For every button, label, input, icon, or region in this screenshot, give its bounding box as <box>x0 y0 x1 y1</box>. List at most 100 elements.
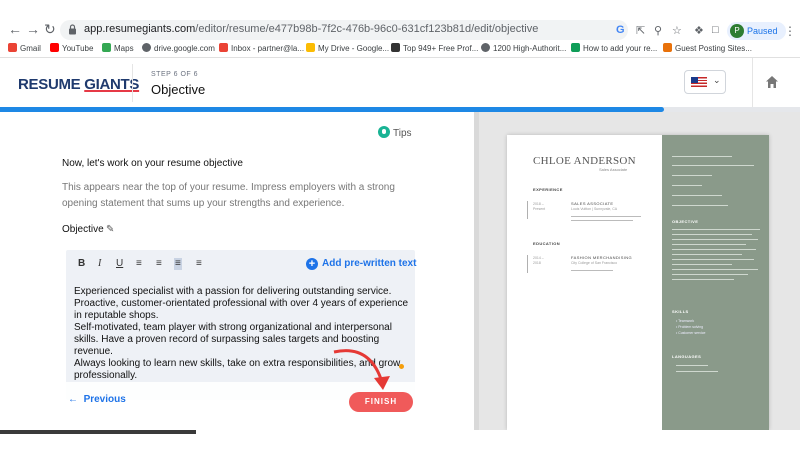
us-flag-icon <box>691 77 707 87</box>
numbered-list-button[interactable]: ≡ <box>156 259 162 269</box>
resume-text-line <box>672 244 746 245</box>
maps-icon <box>102 43 111 52</box>
taskbar-fragment <box>0 430 196 434</box>
gmail-icon <box>8 43 17 52</box>
chevron-icon <box>663 43 672 52</box>
resume-text-line <box>672 239 758 240</box>
page-title: Objective <box>151 82 206 97</box>
objective-label: Objective <box>62 224 104 235</box>
bookmark-item[interactable]: Inbox - partner@la... <box>219 43 304 53</box>
resume-text-line <box>672 234 752 235</box>
bookmark-item[interactable]: drive.google.com <box>142 43 215 53</box>
bullet-list-button[interactable]: ≡ <box>136 259 142 269</box>
bold-button[interactable]: B <box>78 259 85 269</box>
resume-preview[interactable]: CHLOE ANDERSON Sales Associate EXPERIENC… <box>507 135 769 430</box>
align-left-button[interactable]: ≡ <box>174 258 182 270</box>
editor-panel: Tips Now, let's work on your resume obje… <box>0 112 478 430</box>
profile-avatar: P <box>730 24 744 38</box>
italic-button[interactable]: I <box>98 259 101 269</box>
resume-timeline-bar <box>527 201 528 219</box>
url-host: app.resumegiants.com <box>84 23 196 35</box>
lock-icon <box>69 24 76 35</box>
share-icon[interactable]: ⇱ <box>636 24 645 37</box>
resume-text-line <box>571 216 641 217</box>
editor-toolbar: B I U ≡ ≡ ≡ ≡ + Add pre-written text <box>66 250 416 278</box>
app-header: RESUME GIANTS STEP 6 OF 6 Objective ⌄ <box>0 58 800 108</box>
resume-edu-title: FASHION MERCHANDISING <box>571 255 633 260</box>
resume-section-objective: OBJECTIVE <box>672 219 699 224</box>
forward-icon[interactable]: → <box>26 22 40 36</box>
resume-text-line <box>672 264 732 265</box>
star-icon[interactable]: ☆ <box>672 24 682 37</box>
window-bottom-edge <box>0 430 800 449</box>
add-prewritten-text-button[interactable]: + Add pre-written text <box>306 258 416 270</box>
resume-section-languages: LANGUAGES <box>672 354 702 359</box>
resume-contact-line <box>672 195 722 196</box>
address-bar[interactable]: app.resumegiants.com/editor/resume/e477b… <box>60 20 628 40</box>
bookmark-item[interactable]: YouTube <box>50 43 93 53</box>
resume-text-line <box>571 220 633 221</box>
header-divider <box>752 58 753 108</box>
resume-name: CHLOE ANDERSON <box>533 155 636 167</box>
resume-section-skills: SKILLS <box>672 309 689 314</box>
objective-paragraph: Experienced specialist with a passion fo… <box>74 286 409 321</box>
google-icon[interactable]: G <box>616 24 625 36</box>
resume-contact-line <box>672 156 732 157</box>
resume-section-experience: EXPERIENCE <box>533 187 563 192</box>
bookmark-item[interactable]: Gmail <box>8 43 41 53</box>
header-divider <box>132 64 133 102</box>
resume-date: 2018 – Present <box>533 202 546 211</box>
resume-text-line <box>672 274 748 275</box>
plus-icon: + <box>306 258 318 270</box>
finish-button[interactable]: FINISH <box>349 392 413 412</box>
resume-section-education: EDUCATION <box>533 241 561 246</box>
site-icon <box>391 43 400 52</box>
resume-preview-panel: CHLOE ANDERSON Sales Associate EXPERIENC… <box>479 112 800 430</box>
url-path: /editor/resume/e477b98b-7f2c-476b-96c0-6… <box>195 23 539 35</box>
previous-button[interactable]: ← Previous <box>68 394 126 405</box>
justify-button[interactable]: ≡ <box>196 259 202 269</box>
reload-icon[interactable]: ↻ <box>44 22 56 36</box>
resume-role: Sales Associate <box>599 167 628 172</box>
browser-menu-icon[interactable]: ⋮ <box>784 24 796 38</box>
resume-text-line <box>676 365 708 366</box>
resume-text-line <box>672 259 754 260</box>
bookmark-item[interactable]: Maps <box>102 43 134 53</box>
section-heading: Now, let's work on your resume objective <box>62 158 243 169</box>
resume-contact-line <box>672 165 754 166</box>
resume-skill-item: • Problem solving <box>676 325 704 329</box>
profile-button[interactable]: P Paused <box>727 22 786 40</box>
globe-icon <box>481 43 490 52</box>
bookmark-item[interactable]: Top 949+ Free Prof... <box>391 43 478 53</box>
bookmark-item[interactable]: My Drive - Google... <box>306 43 389 53</box>
lightbulb-icon <box>378 126 390 138</box>
underline-button[interactable]: U <box>116 259 123 269</box>
zoom-icon[interactable]: ⚲ <box>654 24 662 37</box>
drive-icon <box>306 43 315 52</box>
bookmark-item[interactable]: How to add your re... <box>571 43 657 53</box>
profile-status: Paused <box>747 26 778 36</box>
resume-sidebar: OBJECTIVE SKILLS • Teamwork • Problem so… <box>662 135 769 430</box>
back-icon[interactable]: ← <box>8 22 22 36</box>
bookmark-item[interactable]: Guest Posting Sites... <box>663 43 752 53</box>
home-icon[interactable] <box>765 75 779 89</box>
resume-job-title: SALES ASSOCIATE <box>571 201 614 206</box>
language-selector[interactable]: ⌄ <box>684 70 726 94</box>
resume-giants-logo[interactable]: RESUME GIANTS <box>18 76 139 93</box>
resume-text-line <box>676 371 718 372</box>
globe-icon <box>142 43 151 52</box>
resume-text-line <box>672 229 760 230</box>
pencil-icon[interactable]: ✎ <box>106 224 114 235</box>
resume-text-line <box>672 269 758 270</box>
section-description: This appears near the top of your resume… <box>62 182 395 209</box>
bookmarks-bar: Gmail YouTube Maps drive.google.com Inbo… <box>0 40 800 58</box>
resume-contact-line <box>672 175 712 176</box>
mail-icon <box>219 43 228 52</box>
side-panel-icon[interactable]: □ <box>712 24 719 36</box>
resume-contact-line <box>672 185 702 186</box>
resume-text-line <box>672 279 734 280</box>
extensions-icon[interactable]: ❖ <box>694 24 704 37</box>
tips-button[interactable]: Tips <box>378 126 412 139</box>
bookmark-item[interactable]: 1200 High-Authorit... <box>481 43 566 53</box>
bolt-icon <box>571 43 580 52</box>
